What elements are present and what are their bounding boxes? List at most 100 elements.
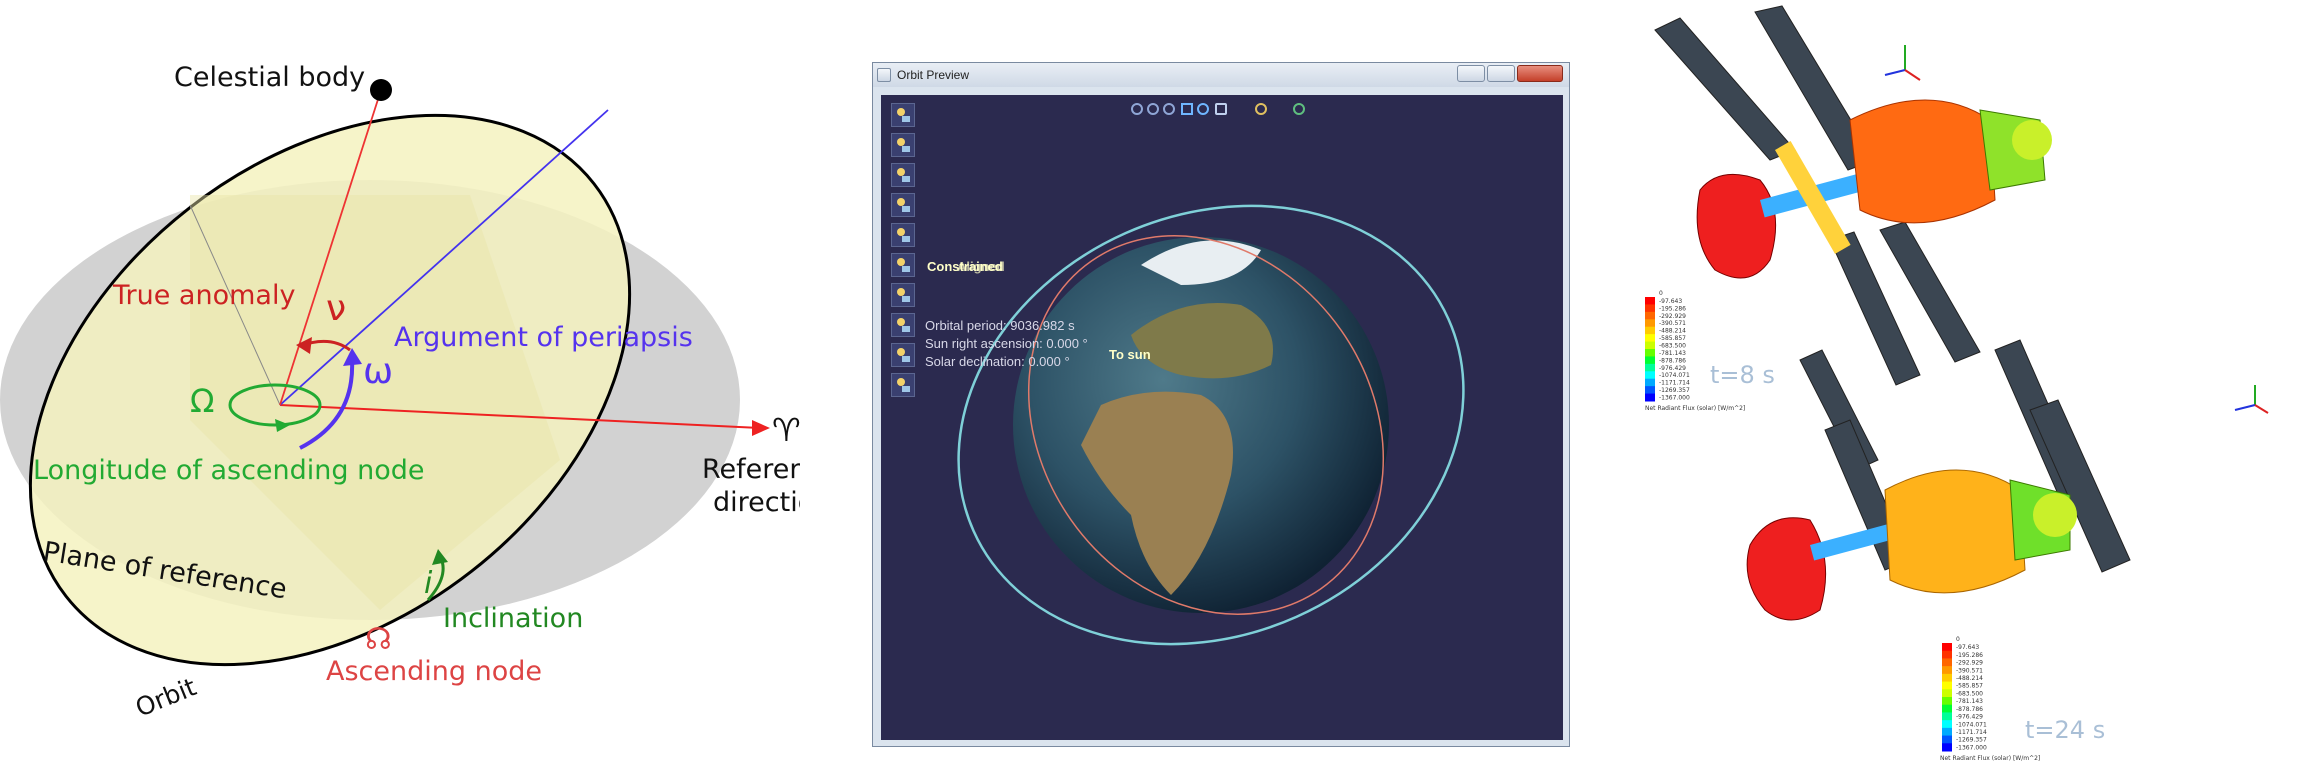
omega-capital-symbol: Ω — [190, 382, 214, 420]
legend-swatch — [1942, 735, 1952, 744]
legend-swatch — [1942, 689, 1952, 698]
orbit-label: Orbit — [131, 672, 200, 722]
legend-value: -390.571 — [1956, 667, 1983, 674]
legend-swatch — [1645, 341, 1655, 350]
legend-swatch — [1645, 311, 1655, 320]
legend-swatch — [1645, 386, 1655, 395]
reference-symbol: ♈ — [772, 411, 800, 449]
legend-swatch — [1942, 650, 1952, 659]
legend-value: -488.214 — [1659, 328, 1686, 335]
colorscale-legend-top: 0-97.643-195.286-292.929-390.571-488.214… — [1645, 290, 1690, 402]
thermal-sim-svg: 0-97.643-195.286-292.929-390.571-488.214… — [1645, 5, 2269, 762]
legend-swatch — [1942, 673, 1952, 683]
time-label-bottom: t=24 s — [2025, 716, 2105, 744]
legend-value: -390.571 — [1659, 320, 1686, 327]
reference-direction-label-1: Reference — [702, 454, 800, 485]
legend-swatch — [1645, 393, 1655, 402]
solar-declination-text: Solar declination: 0.000 ° — [925, 354, 1070, 369]
maximize-button[interactable] — [1487, 65, 1515, 82]
legend-value: -781.143 — [1956, 698, 1983, 705]
legend-value: -97.643 — [1956, 644, 1979, 651]
legend-value: -585.857 — [1956, 683, 1983, 690]
legend-value: -292.929 — [1659, 313, 1686, 320]
sun-right-ascension-text: Sun right ascension: 0.000 ° — [925, 336, 1088, 351]
colorscale-legend-bottom: 0-97.643-195.286-292.929-390.571-488.214… — [1942, 636, 1987, 752]
legend-swatch — [1942, 704, 1952, 713]
ascending-node-label: Ascending node — [326, 656, 542, 687]
legend-value: -976.429 — [1956, 714, 1983, 721]
engine-bell — [2012, 120, 2052, 160]
inclination-label: Inclination — [443, 603, 583, 634]
orbit-3d-viewport[interactable]: Constrained Aligned To sun Orbital perio… — [881, 95, 1563, 740]
legend-value: -1367.000 — [1659, 395, 1690, 402]
dish-antenna — [1696, 173, 1777, 279]
window-app-icon — [877, 68, 891, 82]
earth-orbit-svg — [957, 204, 1465, 646]
orbital-elements-diagram: Celestial body True anomaly ν Argument o… — [0, 0, 838, 775]
legend-header: 0 — [1956, 636, 1960, 643]
legend-swatch — [1645, 319, 1655, 328]
legend-swatch — [1942, 727, 1952, 737]
celestial-body-label: Celestial body — [174, 62, 365, 93]
legend-value: -683.500 — [1659, 343, 1686, 350]
orbit-preview-window: Orbit Preview Constrained Aligned To sun… — [872, 62, 1570, 747]
legend-value: -1074.071 — [1956, 721, 1987, 728]
window-titlebar[interactable]: Orbit Preview — [873, 63, 1569, 87]
legend-swatch — [1942, 743, 1952, 752]
legend-swatch — [1942, 697, 1952, 706]
legend-value: -781.143 — [1659, 350, 1686, 357]
close-button[interactable] — [1517, 65, 1563, 82]
legend-title-bottom: Net Radiant Flux (solar) [W/m^2] — [1940, 755, 2040, 762]
time-label-top: t=8 s — [1710, 361, 1775, 389]
legend-value: -878.786 — [1956, 706, 1983, 713]
legend-value: -97.643 — [1659, 298, 1682, 305]
spacecraft-top — [1654, 5, 2052, 386]
legend-swatch — [1645, 378, 1655, 387]
omega-small-symbol: ω — [363, 351, 393, 392]
legend-swatch — [1942, 643, 1952, 652]
inclination-symbol: i — [424, 566, 433, 601]
axes-triad-icon — [1884, 45, 1921, 81]
ascending-node-symbol: ☊ — [365, 622, 392, 657]
legend-value: -683.500 — [1956, 690, 1983, 697]
legend-swatch — [1942, 681, 1952, 690]
legend-swatch — [1942, 720, 1952, 729]
legend-value: -292.929 — [1956, 660, 1983, 667]
dish-antenna — [1746, 517, 1827, 621]
legend-swatch — [1645, 349, 1655, 357]
legend-value: -195.286 — [1956, 652, 1983, 659]
legend-value: -488.214 — [1956, 675, 1983, 682]
spacecraft-bottom — [1746, 339, 2131, 621]
legend-header: 0 — [1659, 290, 1663, 297]
true-anomaly-label: True anomaly — [112, 280, 295, 311]
legend-swatch — [1645, 297, 1655, 305]
legend-swatch — [1645, 356, 1655, 365]
legend-value: -878.786 — [1659, 357, 1686, 364]
legend-swatch — [1645, 371, 1655, 380]
engine-bell — [2033, 493, 2077, 537]
legend-title-top: Net Radiant Flux (solar) [W/m^2] — [1645, 405, 1745, 412]
legend-swatch — [1942, 712, 1952, 721]
axes-triad-icon — [2234, 385, 2269, 414]
aligned-label: Aligned — [957, 259, 1005, 274]
reference-arrowhead — [752, 420, 770, 436]
argument-of-periapsis-label: Argument of periapsis — [394, 322, 693, 353]
legend-value: -1171.714 — [1956, 729, 1987, 736]
legend-value: -1269.357 — [1659, 387, 1690, 394]
legend-value: -1074.071 — [1659, 372, 1690, 379]
legend-value: -1171.714 — [1659, 380, 1690, 387]
main-body — [1849, 99, 1996, 224]
legend-swatch — [1645, 334, 1655, 343]
legend-value: -585.857 — [1659, 335, 1686, 342]
nu-symbol: ν — [326, 288, 346, 329]
legend-value: -976.429 — [1659, 365, 1686, 372]
orbital-period-text: Orbital period: 9036.982 s — [925, 318, 1075, 333]
celestial-body-dot — [370, 79, 392, 101]
legend-value: -1269.357 — [1956, 737, 1987, 744]
reference-direction-label-2: direction — [713, 487, 800, 518]
minimize-button[interactable] — [1457, 65, 1485, 82]
window-title: Orbit Preview — [897, 68, 970, 82]
thermal-simulation-panel: 0 -97.643 -195.286 -292.929 -390.571 -488.214… — [1600, 0, 2301, 775]
orbital-elements-svg: Celestial body True anomaly ν Argument o… — [0, 62, 838, 723]
legend-swatch — [1942, 658, 1952, 667]
